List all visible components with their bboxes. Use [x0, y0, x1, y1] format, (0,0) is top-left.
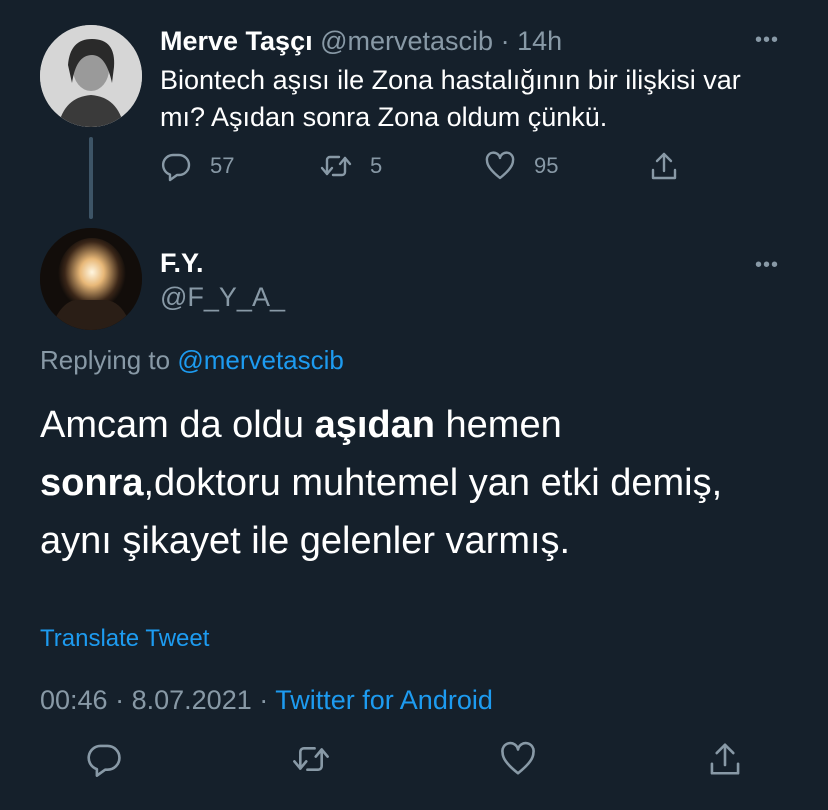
- author-handle[interactable]: @mervetascib: [320, 26, 493, 56]
- tweet-text-part: hemen: [434, 404, 562, 446]
- share-icon: [651, 152, 677, 180]
- retweet-icon: [320, 155, 352, 177]
- thread-line: [89, 137, 93, 219]
- share-button[interactable]: [648, 150, 680, 182]
- tweet-header: Merve Taşçı @mervetascib · 14h: [160, 26, 562, 57]
- avatar[interactable]: [40, 25, 142, 127]
- tweet-date[interactable]: 8.07.2021: [132, 685, 252, 715]
- more-icon[interactable]: •••: [755, 255, 779, 275]
- tweet-text-part: ,doktoru muhtemel yan etki demiş, aynı ş…: [40, 462, 723, 562]
- like-button[interactable]: 95: [484, 150, 558, 182]
- tweet-text: Biontech aşısı ile Zona hastalığının bir…: [160, 65, 741, 132]
- like-count: 95: [534, 153, 559, 178]
- author-name[interactable]: F.Y.: [160, 248, 204, 279]
- reply-button[interactable]: 57: [160, 150, 234, 182]
- tweet-meta: 00:46 · 8.07.2021 · Twitter for Android: [40, 685, 493, 716]
- more-icon[interactable]: •••: [755, 30, 779, 50]
- share-icon[interactable]: [706, 740, 744, 778]
- separator: ·: [500, 26, 510, 56]
- retweet-count: 5: [370, 153, 383, 178]
- retweet-icon[interactable]: [292, 740, 330, 778]
- action-bar: [0, 740, 828, 778]
- retweet-button[interactable]: 5: [320, 150, 382, 182]
- separator: ·: [115, 685, 125, 715]
- replying-prefix: Replying to: [40, 345, 171, 375]
- tweet-text-part: Amcam da oldu: [40, 404, 315, 446]
- avatar[interactable]: [40, 228, 142, 330]
- translate-link[interactable]: Translate Tweet: [40, 625, 209, 653]
- replying-to: Replying to @mervetascib: [40, 345, 344, 376]
- tweet-text-bold: sonra: [40, 462, 144, 504]
- author-name[interactable]: Merve Taşçı: [160, 26, 313, 56]
- reply-icon: [161, 153, 191, 182]
- reply-icon[interactable]: [85, 740, 123, 778]
- tweet-text: Amcam da oldu aşıdan hemen sonra,doktoru…: [40, 396, 800, 570]
- author-handle[interactable]: @F_Y_A_: [160, 282, 285, 313]
- tweet-source[interactable]: Twitter for Android: [275, 685, 493, 715]
- reply-count: 57: [210, 153, 235, 178]
- replying-handle[interactable]: @mervetascib: [177, 345, 344, 375]
- tweet-text-bold: aşıdan: [314, 404, 435, 446]
- heart-icon: [485, 151, 515, 180]
- separator: ·: [259, 685, 269, 715]
- heart-icon[interactable]: [499, 740, 537, 778]
- tweet-time[interactable]: 00:46: [40, 685, 108, 715]
- tweet-time[interactable]: 14h: [517, 26, 562, 56]
